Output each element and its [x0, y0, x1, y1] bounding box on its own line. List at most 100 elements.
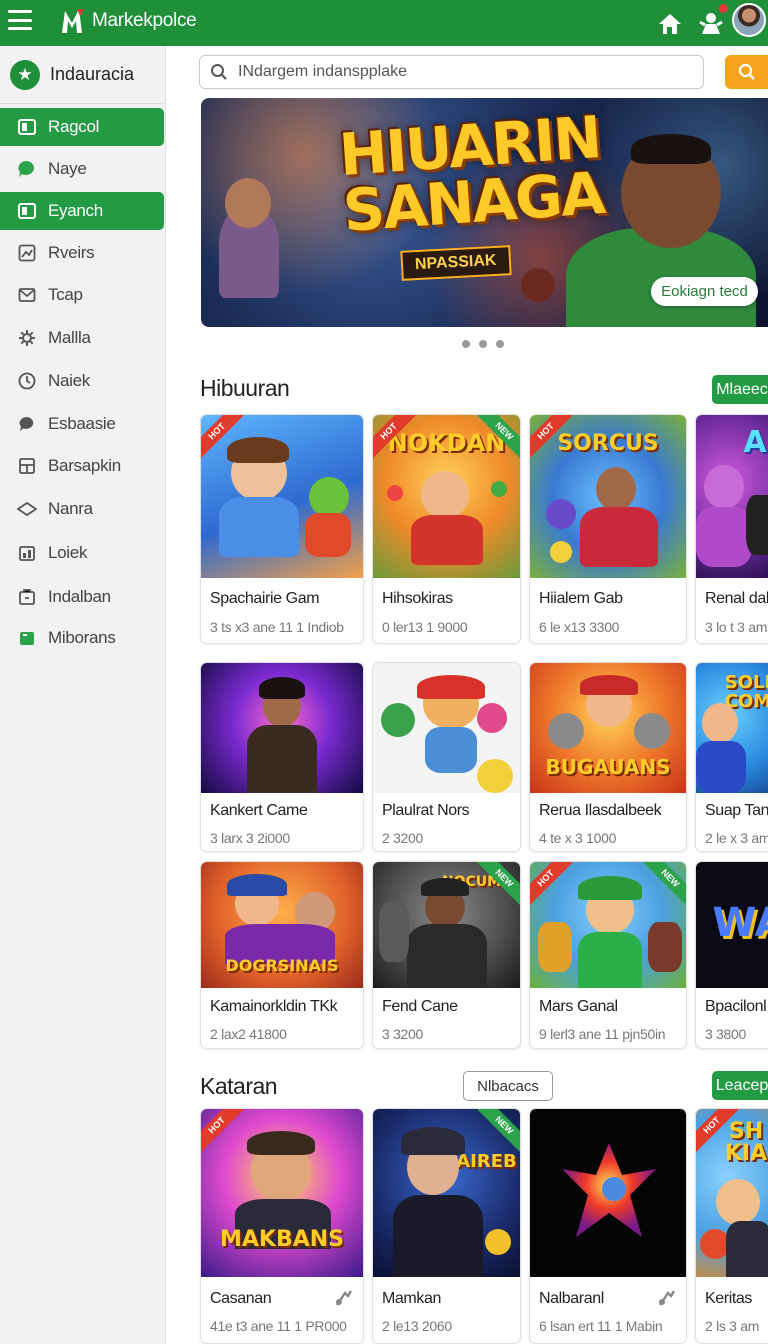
sidebar-item-label: Esbaasie: [48, 414, 116, 433]
game-card[interactable]: SH KIA HOT Keritas 2 ls 3 am: [695, 1108, 768, 1344]
sidebar-item-esbaasie[interactable]: Esbaasie: [0, 405, 164, 443]
banner-subtitle: NPASSIAK: [400, 245, 512, 281]
hot-badge: HOT: [696, 1109, 740, 1153]
game-meta: 2 le13 2060: [382, 1318, 452, 1334]
hot-badge: HOT: [201, 1109, 245, 1153]
sidebar-item-label: Miborans: [48, 628, 116, 647]
sidebar-item-barsapkin[interactable]: Barsapkin: [0, 447, 164, 485]
mail-icon: [17, 285, 37, 305]
game-meta: 3 lo t 3 am: [705, 619, 768, 635]
share-icon[interactable]: [657, 1288, 677, 1308]
game-art-title: BUGAUANS: [545, 755, 671, 779]
card-icon: [17, 201, 37, 221]
sidebar-item-naiek[interactable]: Naiek: [0, 362, 164, 400]
game-card[interactable]: A Renal dall 3 lo t 3 am: [695, 414, 768, 644]
game-title: Nalbaranl: [539, 1290, 604, 1307]
green-square-icon: [17, 628, 37, 648]
sidebar-item-label: Eyanch: [48, 201, 103, 220]
game-thumbnail: BUGAUANS: [530, 663, 686, 793]
section-title-hibuuran: Hibuuran: [200, 375, 290, 401]
sidebar-item-indalban[interactable]: Indalban: [0, 578, 164, 616]
game-meta: 4 te x 3 1000: [539, 830, 617, 846]
section-title-kataran: Kataran: [200, 1073, 278, 1099]
banner-cta-button[interactable]: Eokiagn tecd: [651, 277, 758, 306]
game-thumbnail: DOGRSINAIS: [201, 862, 363, 988]
box-icon: [17, 456, 37, 476]
game-card[interactable]: SORCUS HOT Hiialem Gab 6 le x13 3300: [529, 414, 687, 644]
game-art-title: MAKBANS: [219, 1227, 345, 1252]
game-art-title: WA: [712, 900, 768, 946]
game-thumbnail: [530, 1109, 686, 1277]
search-input[interactable]: [238, 63, 678, 81]
brand-logo-icon: [62, 9, 84, 33]
game-card[interactable]: Nalbaranl 6 lsan ert 11 1 Mabin: [529, 1108, 687, 1344]
game-title: Renal dall: [705, 590, 768, 607]
game-card[interactable]: Kankert Came 3 larx 3 2i000: [200, 662, 364, 852]
game-title: Hihsokiras: [382, 590, 453, 607]
game-card[interactable]: BUGAUANS Rerua Ilasdalbeek 4 te x 3 1000: [529, 662, 687, 852]
game-thumbnail: A: [696, 415, 768, 578]
game-card[interactable]: HOT Spachairie Gam 3 ts x3 ane 11 1 Indi…: [200, 414, 364, 644]
sidebar-item-label: Indalban: [48, 587, 111, 606]
new-badge: NEW: [476, 1109, 520, 1153]
game-art-title: DOGRSINAIS: [225, 956, 339, 975]
banner-hero-hair: [631, 134, 711, 164]
chat-bubble-icon: [17, 159, 37, 179]
new-badge: NEW: [476, 862, 520, 906]
sidebar-header[interactable]: ★ Indauracia: [0, 46, 166, 104]
game-title: Hiialem Gab: [539, 590, 623, 607]
game-card[interactable]: NOKDAN HOT NEW Hihsokiras 0 ler13 1 9000: [372, 414, 521, 644]
game-meta: 3 larx 3 2i000: [210, 830, 290, 846]
brand-name[interactable]: Markekpolce: [92, 10, 197, 32]
sidebar-item-loiek[interactable]: Loiek: [0, 534, 164, 572]
game-card[interactable]: WA Bpacilonl 3 3800: [695, 861, 768, 1049]
game-title: Kankert Came: [210, 802, 308, 819]
user-avatar[interactable]: [732, 3, 766, 37]
sidebar-item-tcap[interactable]: Tcap: [0, 276, 164, 314]
game-meta: 6 le x13 3300: [539, 619, 620, 635]
game-card[interactable]: AIREB NEW Mamkan 2 le13 2060: [372, 1108, 521, 1344]
home-icon[interactable]: [655, 8, 685, 38]
image-icon: [17, 243, 37, 263]
section-more-button[interactable]: Leacep: [712, 1071, 768, 1100]
hot-badge: HOT: [530, 415, 574, 459]
sidebar-item-label: Mallla: [48, 328, 91, 347]
new-badge: NEW: [476, 415, 520, 459]
share-icon[interactable]: [334, 1288, 354, 1308]
carousel-dot[interactable]: [496, 340, 504, 348]
game-meta: 3 ts x3 ane 11 1 Indiob: [210, 619, 344, 635]
section-filter-button[interactable]: Nlbacacs: [463, 1071, 553, 1101]
banner-cookie: [521, 268, 555, 302]
game-card[interactable]: MAKBANS HOT Casanan 41e t3 ane 11 1 PR00…: [200, 1108, 364, 1344]
game-card[interactable]: HOT NEW Mars Ganal 9 lerl3 ane 11 pjn50i…: [529, 861, 687, 1049]
hamburger-menu-icon[interactable]: [8, 10, 32, 30]
sidebar-item-ragcol[interactable]: Ragcol: [0, 108, 164, 146]
game-card[interactable]: DOGRSINAIS Kamainorkldin TKk 2 lax2 4180…: [200, 861, 364, 1049]
game-card[interactable]: SOLI COM Suap Tan 2 le x 3 am: [695, 662, 768, 852]
sidebar-item-nanra[interactable]: Nanra: [0, 490, 164, 528]
sidebar-item-eyanch[interactable]: Eyanch: [0, 192, 164, 230]
hot-badge: HOT: [373, 415, 417, 459]
sidebar-item-miborans[interactable]: Miborans: [0, 619, 164, 657]
sidebar-item-label: Naye: [48, 159, 87, 178]
carousel-dot[interactable]: [479, 340, 487, 348]
search-bar: [199, 55, 704, 89]
chart-icon: [17, 543, 37, 563]
game-title: Casanan: [210, 1290, 272, 1307]
sidebar-item-naye[interactable]: Naye: [0, 150, 164, 188]
game-card[interactable]: Plaulrat Nors 2 3200: [372, 662, 521, 852]
carousel-dot[interactable]: [462, 340, 470, 348]
sidebar-item-mallla[interactable]: Mallla: [0, 319, 164, 357]
sidebar-item-rveirs[interactable]: Rveirs: [0, 234, 164, 272]
tag-icon: [17, 499, 37, 519]
section-more-button[interactable]: Mlaeec: [712, 375, 768, 404]
game-title: Fend Cane: [382, 998, 458, 1015]
new-badge: NEW: [642, 862, 686, 906]
sidebar-item-label: Rveirs: [48, 243, 95, 262]
game-thumbnail: SOLI COM: [696, 663, 768, 793]
game-card[interactable]: NOCUMS NEW Fend Cane 3 3200: [372, 861, 521, 1049]
search-button[interactable]: [725, 55, 768, 89]
game-title: Keritas: [705, 1290, 752, 1307]
sidebar-title: Indauracia: [50, 64, 135, 84]
game-title: Kamainorkldin TKk: [210, 998, 338, 1015]
